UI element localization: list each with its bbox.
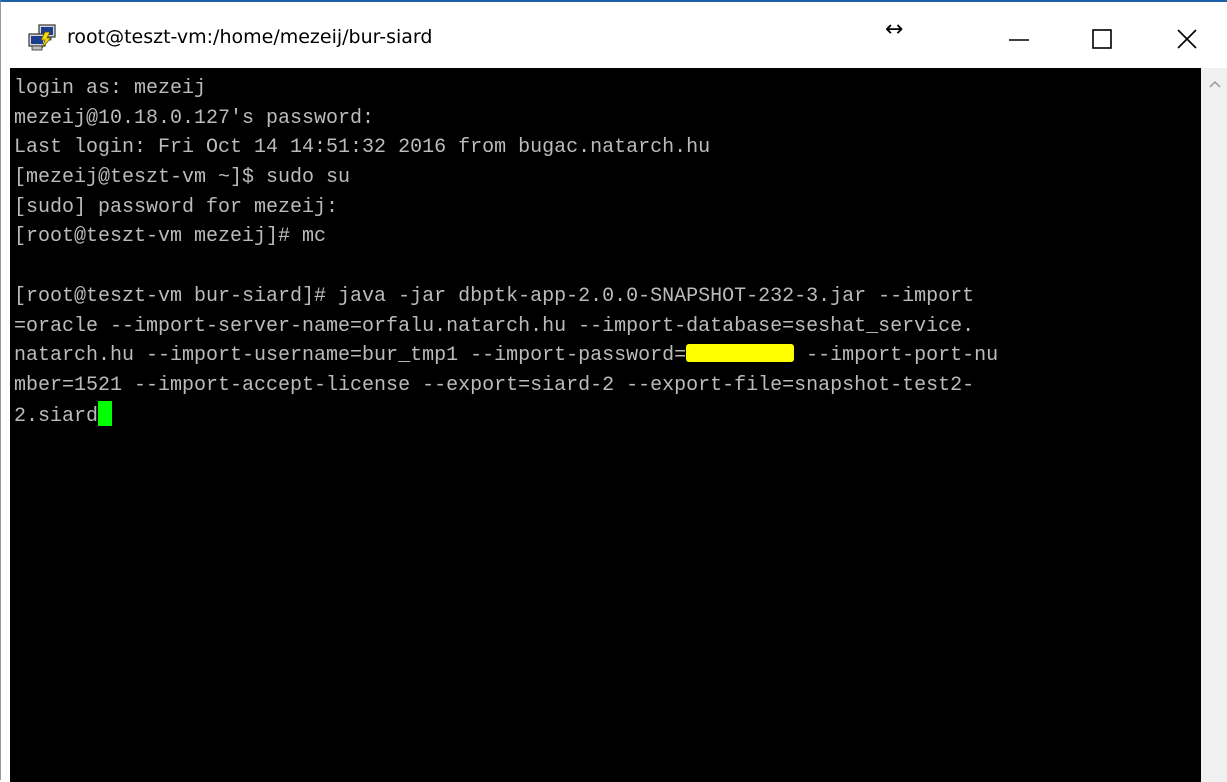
terminal-line: [sudo] password for mezeij: xyxy=(14,195,339,219)
terminal-screen[interactable]: login as: mezeij mezeij@10.18.0.127's pas… xyxy=(10,68,1201,782)
title-bar[interactable]: root@teszt-vm:/home/mezeij/bur-siard ↔ xyxy=(1,2,1227,68)
terminal-line-with-cursor: 2.siard xyxy=(14,400,1201,431)
terminal-line-part: --import-port-nu xyxy=(794,344,999,368)
minimize-button[interactable] xyxy=(991,16,1047,62)
resize-indicator-icon: ↔ xyxy=(885,17,904,42)
chevron-up-icon xyxy=(1208,80,1221,88)
minimize-icon xyxy=(1009,39,1029,41)
vertical-scrollbar[interactable] xyxy=(1201,68,1227,782)
terminal-line: [root@teszt-vm bur-siard]# java -jar dbp… xyxy=(14,284,975,308)
terminal-line: mber=1521 --import-accept-license --expo… xyxy=(14,373,975,397)
terminal-cursor xyxy=(98,400,113,426)
terminal-window: root@teszt-vm:/home/mezeij/bur-siard ↔ l… xyxy=(0,0,1227,782)
terminal-line: login as: mezeij xyxy=(14,77,207,100)
window-title: root@teszt-vm:/home/mezeij/bur-siard xyxy=(67,26,433,48)
terminal-output: login as: mezeij mezeij@10.18.0.127's pas… xyxy=(10,68,1201,430)
putty-computers-icon[interactable] xyxy=(27,23,59,53)
close-button[interactable] xyxy=(1159,16,1215,62)
terminal-line-part: natarch.hu --import-username=bur_tmp1 --… xyxy=(14,344,687,368)
redacted-password-highlight xyxy=(686,344,795,363)
maximize-icon xyxy=(1092,29,1112,49)
terminal-line-with-redaction: natarch.hu --import-username=bur_tmp1 --… xyxy=(14,341,1201,371)
terminal-line: Last login: Fri Oct 14 14:51:32 2016 fro… xyxy=(14,136,711,160)
close-icon xyxy=(1177,29,1197,49)
terminal-line: [root@teszt-vm mezeij]# mc xyxy=(14,225,327,249)
scrollbar-thumb[interactable] xyxy=(1204,102,1225,772)
maximize-button[interactable] xyxy=(1074,16,1130,62)
terminal-line: [mezeij@teszt-vm ~]$ sudo su xyxy=(14,166,351,190)
terminal-line: mezeij@10.18.0.127's password: xyxy=(14,106,375,130)
terminal-line-part: 2.siard xyxy=(14,404,99,428)
scroll-up-button[interactable] xyxy=(1201,68,1227,100)
terminal-line: =oracle --import-server-name=orfalu.nata… xyxy=(14,314,975,338)
